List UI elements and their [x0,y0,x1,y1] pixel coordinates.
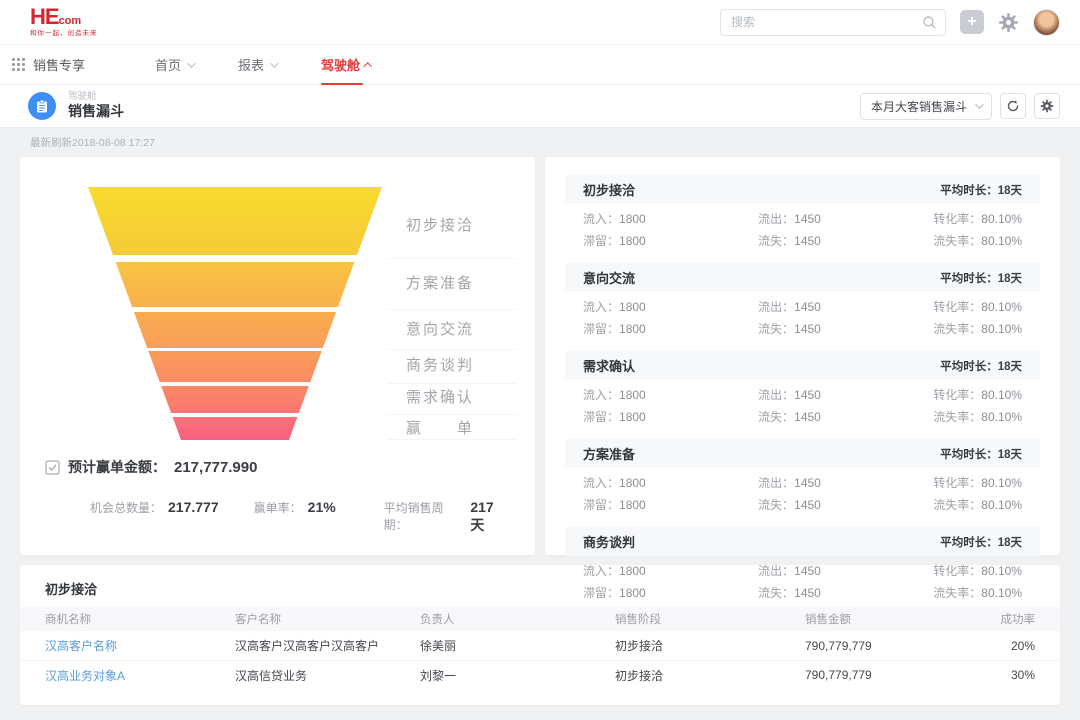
stage-section-title: 方案准备 [583,444,635,463]
brand-tagline: 和你一起，创造未来 [30,31,98,38]
logo-text-he: HE [30,6,59,28]
user-avatar[interactable] [1033,9,1060,36]
dashboard-settings-button[interactable] [1034,93,1060,119]
search-input[interactable] [731,15,922,29]
stage-section-title: 需求确认 [583,356,635,375]
funnel-segment-3 [134,312,336,348]
table-row: 汉高业务对象A 汉高信贷业务 刘黎一 初步接洽 790,779,779 30% [20,660,1060,689]
funnel-segment-6 [173,417,298,440]
expected-amount-label: 预计赢单金额： [68,457,166,477]
stage-section-3: 需求确认平均时长：18天 流入：1800 流出：1450 转化率：80.10% … [545,351,1060,430]
stage-section-5: 商务谈判平均时长：18天 流入：1800 流出：1450 转化率：80.10% … [545,527,1060,606]
settings-gear-icon[interactable] [998,12,1019,33]
funnel-segment-2 [116,262,355,307]
nav-item-home[interactable]: 首页 [155,45,193,85]
stage-section-title: 意向交流 [583,268,635,287]
top-bar: HE com 和你一起，创造未来 + [0,0,1080,45]
workspace-label[interactable]: 销售专享 [33,55,85,74]
active-tab-underline [321,83,363,85]
breadcrumb: 驾驶舱 [68,92,124,103]
stage-section-1: 初步接洽平均时长：18天 流入：1800 流出：1450 转化率：80.10% … [545,175,1060,254]
expected-amount-value: 217,777.990 [174,459,257,476]
nav-item-reports[interactable]: 报表 [238,45,276,85]
refresh-button[interactable] [1000,93,1026,119]
clipboard-icon [28,92,56,120]
add-button[interactable]: + [960,10,984,34]
opportunity-link[interactable]: 汉高客户名称 [45,637,235,654]
nav-bar: 销售专享 首页 报表 驾驶舱 [0,45,1080,85]
stat-total-opportunities: 机会总数量： 217.777 [90,499,254,535]
table-header-row: 商机名称 客户名称 负责人 销售阶段 销售金额 成功率 [20,607,1060,631]
funnel-stage-label: 赢 单 [406,417,474,441]
funnel-stage-label: 初步接洽 [406,214,474,238]
stat-win-rate: 赢单率： 21% [254,499,384,535]
col-sales-amount: 销售金额 [790,611,980,627]
funnel-card: 初步接洽 方案准备 意向交流 商务谈判 需求确认 赢 单 预计赢单金额： 217… [20,157,535,555]
col-success-rate: 成功率 [980,611,1035,627]
funnel-filter-select[interactable]: 本月大客销售漏斗 [860,93,992,120]
brand-logo: HE com 和你一起，创造未来 [30,6,98,38]
stage-section-2: 意向交流平均时长：18天 流入：1800 流出：1450 转化率：80.10% … [545,263,1060,342]
table-row: 汉高客户名称 汉高客户汉高客户汉高客户 徐美丽 初步接洽 790,779,779… [20,631,1060,660]
col-customer-name: 客户名称 [235,611,420,627]
chevron-down-icon [975,100,983,108]
checkbox-icon [45,460,60,475]
funnel-stage-label: 方案准备 [406,272,474,296]
col-sales-stage: 销售阶段 [615,611,790,627]
page-header: 驾驶舱 销售漏斗 本月大客销售漏斗 [0,85,1080,127]
sales-funnel-chart [20,187,395,440]
page-title: 销售漏斗 [68,103,124,119]
stat-avg-sales-cycle: 平均销售周期： 217 天 [384,499,510,535]
logo-text-com: com [59,16,82,27]
search-icon [922,15,937,30]
funnel-stage-label: 商务谈判 [406,354,474,378]
funnel-stage-label: 意向交流 [406,318,474,342]
chevron-down-icon [187,59,195,67]
col-owner: 负责人 [420,611,615,627]
funnel-segment-1 [88,187,382,255]
refresh-icon [1006,99,1020,113]
stage-section-title: 商务谈判 [583,532,635,551]
stage-metrics-card: 初步接洽平均时长：18天 流入：1800 流出：1450 转化率：80.10% … [545,157,1060,555]
funnel-segment-4 [148,351,321,382]
funnel-stage-label: 需求确认 [406,386,474,410]
chevron-down-icon [270,59,278,67]
opportunity-link[interactable]: 汉高业务对象A [45,667,235,684]
nav-item-cockpit[interactable]: 驾驶舱 [321,45,372,85]
col-opportunity-name: 商机名称 [45,611,235,627]
global-search[interactable] [720,9,946,36]
stage-section-4: 方案准备平均时长：18天 流入：1800 流出：1450 转化率：80.10% … [545,439,1060,518]
stage-section-title: 初步接洽 [583,180,635,199]
last-refreshed-text: 最新刷新2018-08-08 17:27 [30,135,1060,150]
funnel-stage-labels: 初步接洽 方案准备 意向交流 商务谈判 需求确认 赢 单 [388,187,517,440]
funnel-segment-5 [161,386,309,413]
gear-icon [1040,99,1054,113]
app-grid-icon[interactable] [12,58,25,71]
funnel-summary: 预计赢单金额： 217,777.990 机会总数量： 217.777 赢单率： … [20,457,535,535]
chevron-up-icon [363,62,371,70]
